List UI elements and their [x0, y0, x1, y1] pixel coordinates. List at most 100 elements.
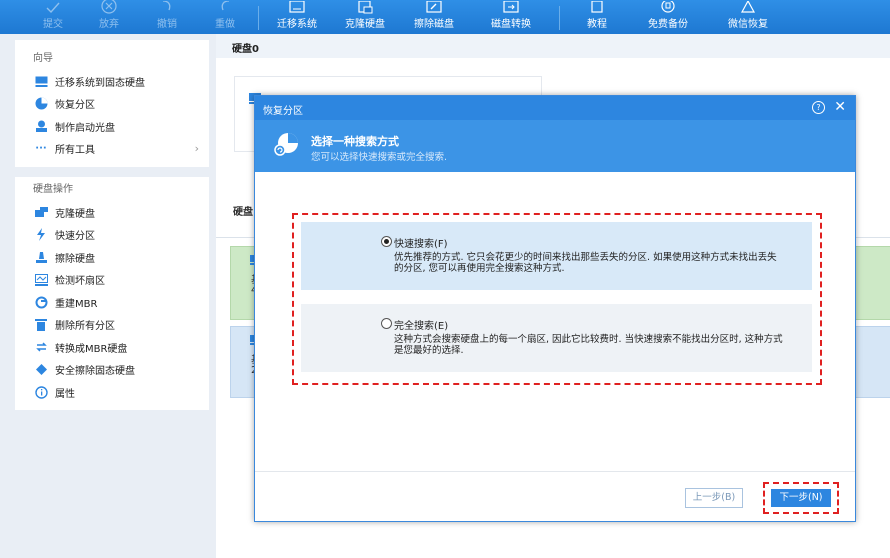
back-button[interactable]: 上一步(B)	[685, 488, 743, 508]
wipe-disk-button[interactable]: 擦除磁盘	[412, 0, 456, 34]
check-icon	[42, 0, 64, 16]
main-toolbar: 提交 放弃 撤销 重做 迁移系统 克隆硬盘 擦除磁盘 磁盘转换 教程 免费备份 …	[0, 0, 890, 34]
sidebar-item-delete-all-partitions[interactable]: 删除所有分区	[15, 314, 209, 337]
next-highlight-frame: 下一步(N)	[763, 482, 839, 514]
tutorial-icon	[586, 0, 608, 16]
sidebar-item-wipe-disk[interactable]: 擦除硬盘	[15, 246, 209, 269]
free-backup-button[interactable]: 免费备份	[645, 0, 691, 34]
full-search-option[interactable]: 完全搜索(E) 这种方式会搜索硬盘上的每一个扇区, 因此它比较费时. 当快速搜索…	[301, 304, 812, 372]
bad-sector-icon	[34, 273, 48, 287]
clone-disk-icon	[354, 0, 376, 16]
toolbar-label: 重做	[215, 19, 235, 30]
sidebar-item-partition-recovery[interactable]: 恢复分区	[15, 93, 209, 116]
partition-recovery-icon	[34, 97, 48, 111]
sidebar-item-quick-partition[interactable]: 快速分区	[15, 224, 209, 247]
convert-disk-button[interactable]: 磁盘转换	[489, 0, 533, 34]
search-mode-highlight-frame: 快速搜索(F) 优先推荐的方式. 它只会花更少的时间来找出那些丢失的分区. 如果…	[292, 213, 822, 385]
undo-button[interactable]: 撤销	[150, 0, 184, 34]
disk0-label: 硬盘0	[232, 44, 259, 55]
migrate-ssd-icon	[34, 74, 48, 88]
sidebar-item-label: 克隆硬盘	[55, 208, 95, 220]
redo-icon	[214, 0, 236, 16]
convert-disk-icon	[500, 0, 522, 16]
sidebar-item-label: 擦除硬盘	[55, 253, 95, 265]
dialog-title-bar: 恢复分区 ? ✕	[255, 96, 855, 120]
toolbar-label: 免费备份	[648, 19, 688, 30]
full-search-label: 完全搜索(E)	[394, 321, 449, 332]
clone-disk-button[interactable]: 克隆硬盘	[343, 0, 387, 34]
sidebar-item-label: 安全擦除固态硬盘	[55, 366, 135, 378]
redo-button[interactable]: 重做	[208, 0, 242, 34]
toolbar-divider	[258, 6, 259, 30]
disk-ops-section-title: 硬盘操作	[33, 184, 73, 195]
sidebar-item-label: 重建MBR	[55, 298, 98, 310]
disk1-label: 硬盘	[233, 207, 253, 218]
sidebar-item-properties[interactable]: 属性	[15, 381, 209, 404]
quick-search-option[interactable]: 快速搜索(F) 优先推荐的方式. 它只会花更少的时间来找出那些丢失的分区. 如果…	[301, 222, 812, 290]
chevron-right-icon: ›	[194, 142, 199, 156]
sidebar-item-label: 恢复分区	[55, 100, 95, 112]
toolbar-label: 微信恢复	[728, 19, 768, 30]
quick-search-label: 快速搜索(F)	[394, 239, 448, 250]
full-search-description: 这种方式会搜索硬盘上的每一个扇区, 因此它比较费时. 当快速搜索不能找出分区时,…	[394, 334, 783, 356]
rebuild-mbr-icon	[34, 295, 48, 309]
full-search-radio[interactable]	[381, 318, 392, 329]
disk0-header: 硬盘0	[216, 34, 890, 58]
toolbar-label: 教程	[587, 19, 607, 30]
sidebar-item-label: 快速分区	[55, 231, 95, 243]
help-icon[interactable]: ?	[812, 101, 825, 114]
sidebar-item-secure-erase-ssd[interactable]: 安全擦除固态硬盘	[15, 359, 209, 382]
partition-recovery-icon	[274, 133, 298, 156]
toolbar-label: 撤销	[157, 19, 177, 30]
dialog-title: 恢复分区	[263, 106, 303, 117]
left-panel: 向导 迁移系统到固态硬盘 恢复分区 制作启动光盘 ··· 所有工具 › 硬盘操作…	[15, 40, 209, 410]
sidebar-item-all-tools[interactable]: ··· 所有工具 ›	[15, 138, 209, 161]
sidebar-item-label: 属性	[55, 388, 75, 400]
wizard-section-title: 向导	[33, 53, 53, 64]
sidebar-item-label: 迁移系统到固态硬盘	[55, 77, 145, 89]
toolbar-divider	[559, 6, 560, 30]
migrate-os-icon	[286, 0, 308, 16]
quick-search-description: 优先推荐的方式. 它只会花更少的时间来找出那些丢失的分区. 如果使用这种方式未找…	[394, 252, 777, 274]
apply-button[interactable]: 提交	[36, 0, 70, 34]
sidebar-item-label: 所有工具	[55, 145, 95, 157]
sidebar-item-clone-disk[interactable]: 克隆硬盘	[15, 201, 209, 224]
toolbar-label: 放弃	[99, 19, 119, 30]
wipe-disk-icon	[423, 0, 445, 16]
convert-icon	[34, 340, 48, 354]
sidebar-item-convert-mbr[interactable]: 转换成MBR硬盘	[15, 336, 209, 359]
dialog-heading: 选择一种搜索方式	[311, 135, 399, 148]
sidebar-item-rebuild-mbr[interactable]: 重建MBR	[15, 291, 209, 314]
footer-divider	[255, 471, 855, 472]
tutorial-button[interactable]: 教程	[583, 0, 611, 34]
info-icon	[34, 385, 48, 399]
toolbar-label: 克隆硬盘	[345, 19, 385, 30]
sidebar-item-label: 删除所有分区	[55, 321, 115, 333]
toolbar-label: 磁盘转换	[491, 19, 531, 30]
undo-icon	[156, 0, 178, 16]
next-button[interactable]: 下一步(N)	[771, 489, 831, 507]
dialog-subheading: 您可以选择快速搜索或完全搜索.	[311, 152, 448, 163]
delete-partitions-icon	[34, 318, 48, 332]
toolbar-label: 迁移系统	[277, 19, 317, 30]
toolbar-label: 提交	[43, 19, 63, 30]
sidebar-item-label: 转换成MBR硬盘	[55, 343, 128, 355]
close-icon[interactable]: ✕	[834, 99, 846, 115]
sidebar-item-label: 制作启动光盘	[55, 122, 115, 134]
quick-search-radio[interactable]	[381, 236, 392, 247]
migrate-os-button[interactable]: 迁移系统	[275, 0, 319, 34]
sidebar-item-bad-sector[interactable]: 检测坏扇区	[15, 269, 209, 292]
section-gap	[15, 167, 209, 177]
cancel-circle-icon	[98, 0, 120, 16]
more-icon: ···	[35, 143, 47, 155]
lightning-icon	[34, 228, 48, 242]
sidebar-item-bootable-media[interactable]: 制作启动光盘	[15, 115, 209, 138]
clone-disk-icon	[34, 205, 48, 219]
secure-erase-icon	[34, 363, 48, 377]
sidebar-item-migrate-os[interactable]: 迁移系统到固态硬盘	[15, 70, 209, 93]
bootable-media-icon	[34, 119, 48, 133]
sidebar-item-label: 检测坏扇区	[55, 276, 105, 288]
backup-icon	[657, 0, 679, 16]
wechat-recovery-button[interactable]: 微信恢复	[725, 0, 771, 34]
discard-button[interactable]: 放弃	[92, 0, 126, 34]
